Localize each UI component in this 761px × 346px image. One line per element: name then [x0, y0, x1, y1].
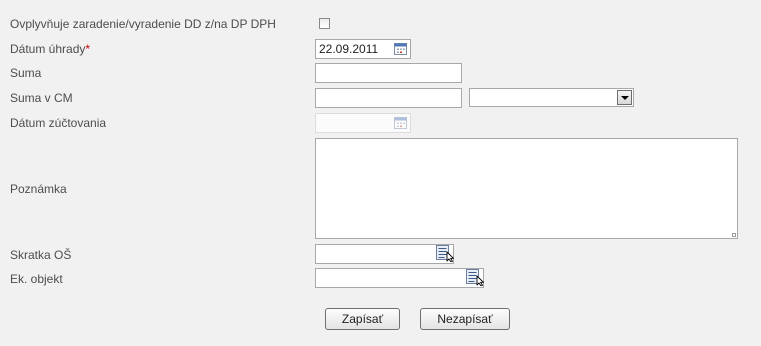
- org-unit-input[interactable]: [315, 244, 454, 264]
- cancel-button[interactable]: Nezapísať: [420, 308, 510, 330]
- chevron-down-icon[interactable]: [617, 90, 632, 105]
- payment-date-label: Dátum úhrady*: [10, 42, 90, 56]
- lookup-list-icon[interactable]: [436, 245, 455, 262]
- econ-object-input[interactable]: [315, 268, 484, 288]
- vat-affects-label: Ovplyvňuje zaradenie/vyradenie DD z/na D…: [10, 17, 276, 31]
- lookup-list-icon[interactable]: [466, 269, 485, 286]
- org-unit-label: Skratka OŠ: [10, 248, 72, 262]
- settlement-date-label: Dátum zúčtovania: [10, 116, 107, 130]
- amount-input[interactable]: [315, 63, 462, 83]
- vat-affects-checkbox[interactable]: [319, 18, 330, 29]
- payment-form: Ovplyvňuje zaradenie/vyradenie DD z/na D…: [0, 0, 761, 346]
- amount-foreign-label: Suma v CM: [10, 91, 73, 105]
- amount-label: Suma: [10, 66, 42, 80]
- econ-object-label: Ek. objekt: [10, 272, 63, 286]
- amount-foreign-input[interactable]: [315, 88, 462, 108]
- calendar-icon: [394, 117, 407, 129]
- payment-date-value: 22.09.2011: [319, 42, 379, 56]
- calendar-icon[interactable]: [394, 43, 407, 55]
- payment-date-label-text: Dátum úhrady: [10, 42, 86, 56]
- currency-select[interactable]: [469, 88, 634, 107]
- required-mark: *: [85, 42, 91, 56]
- resize-grip-icon[interactable]: [732, 233, 736, 237]
- note-textarea[interactable]: [315, 138, 738, 239]
- save-button[interactable]: Zapísať: [325, 308, 400, 330]
- note-label: Poznámka: [10, 182, 67, 196]
